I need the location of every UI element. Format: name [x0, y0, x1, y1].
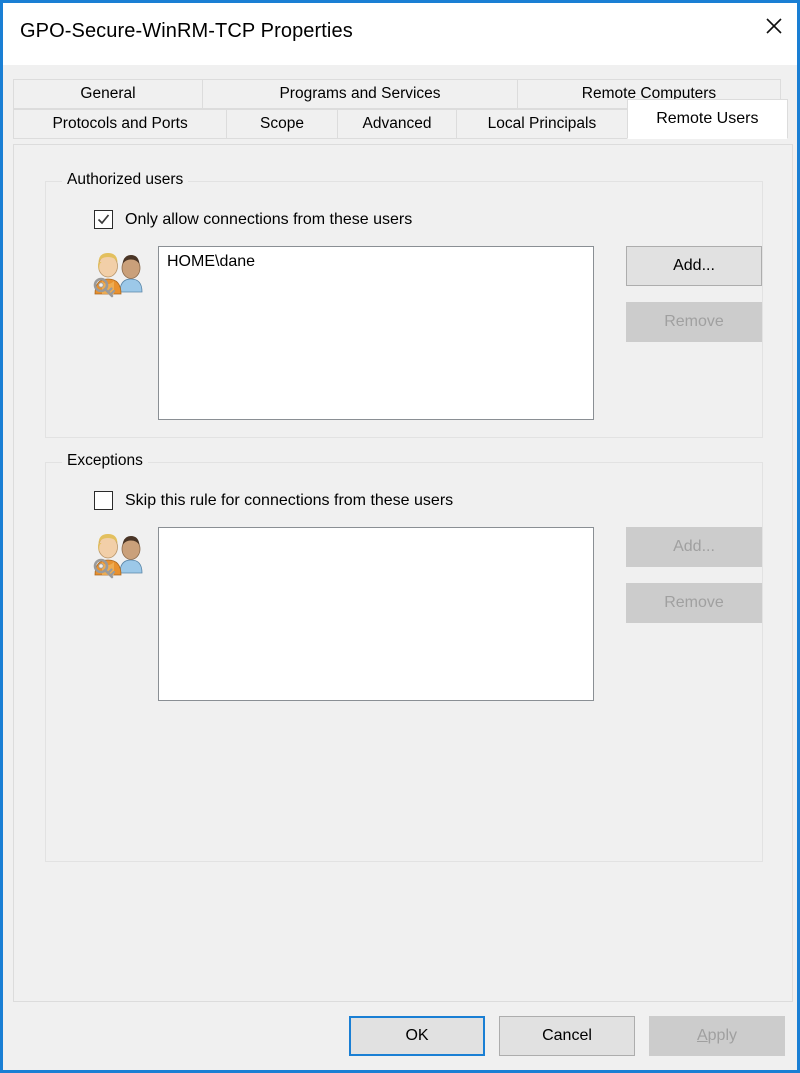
tab-local-principals[interactable]: Local Principals: [456, 109, 628, 139]
cancel-button-label: Cancel: [542, 1027, 592, 1044]
only-allow-connections-label: Only allow connections from these users: [125, 210, 413, 228]
tab-advanced[interactable]: Advanced: [336, 109, 458, 139]
tab-strip: General Programs and Services Remote Com…: [13, 65, 788, 144]
cancel-button[interactable]: Cancel: [499, 1016, 635, 1056]
exceptions-listbox[interactable]: [158, 527, 594, 701]
tab-programs-and-services[interactable]: Programs and Services: [202, 79, 518, 109]
tab-programs-and-services-label: Programs and Services: [279, 85, 441, 102]
exceptions-group-title: Exceptions: [62, 452, 148, 470]
exceptions-remove-label: Remove: [664, 594, 724, 611]
tab-protocols-and-ports-label: Protocols and Ports: [52, 115, 188, 132]
authorized-users-group: Authorized users Only allow connections …: [45, 171, 763, 438]
skip-rule-checkbox-row[interactable]: Skip this rule for connections from thes…: [94, 491, 453, 510]
authorized-users-add-button[interactable]: Add...: [626, 246, 762, 286]
apply-button-label: pply: [707, 1027, 738, 1044]
only-allow-connections-checkbox[interactable]: [94, 210, 113, 229]
only-allow-connections-checkbox-row[interactable]: Only allow connections from these users: [94, 210, 412, 229]
users-with-key-icon: [89, 246, 147, 298]
list-item[interactable]: HOME\dane: [159, 247, 593, 271]
apply-button-accelerator: A: [696, 1027, 708, 1044]
authorized-users-remove-label: Remove: [664, 313, 724, 330]
tab-scope[interactable]: Scope: [226, 109, 338, 139]
tab-scope-label: Scope: [259, 115, 304, 132]
tab-local-principals-label: Local Principals: [487, 115, 597, 132]
window-title: GPO-Secure-WinRM-TCP Properties: [20, 20, 353, 42]
exceptions-add-button[interactable]: Add...: [626, 527, 762, 567]
authorized-users-group-title: Authorized users: [62, 171, 189, 189]
users-with-key-icon: [89, 527, 147, 579]
tab-general[interactable]: General: [13, 79, 203, 109]
authorized-users-remove-button[interactable]: Remove: [626, 302, 762, 342]
ok-button-label: OK: [405, 1027, 429, 1044]
skip-rule-label: Skip this rule for connections from thes…: [125, 491, 454, 509]
tab-row-2: Protocols and Ports Scope Advanced Local…: [13, 99, 788, 139]
properties-dialog-window: GPO-Secure-WinRM-TCP Properties General …: [0, 0, 800, 1073]
authorized-users-add-label: Add...: [673, 257, 715, 274]
tab-remote-users-label: Remote Users: [656, 110, 759, 127]
ok-button[interactable]: OK: [349, 1016, 485, 1056]
exceptions-remove-button[interactable]: Remove: [626, 583, 762, 623]
close-icon[interactable]: [751, 3, 797, 49]
skip-rule-checkbox[interactable]: [94, 491, 113, 510]
tab-advanced-label: Advanced: [362, 115, 432, 132]
exceptions-group: Exceptions Skip this rule for connection…: [45, 452, 763, 862]
apply-button[interactable]: Apply: [649, 1016, 785, 1056]
tab-page-remote-users: Authorized users Only allow connections …: [13, 144, 793, 1002]
tab-protocols-and-ports[interactable]: Protocols and Ports: [13, 109, 228, 139]
authorized-users-listbox[interactable]: HOME\dane: [158, 246, 594, 420]
title-bar: GPO-Secure-WinRM-TCP Properties: [3, 3, 797, 65]
exceptions-add-label: Add...: [673, 538, 715, 555]
tab-general-label: General: [80, 85, 136, 102]
dialog-button-bar: OK Cancel Apply: [3, 1002, 797, 1070]
tab-remote-users[interactable]: Remote Users: [626, 99, 788, 139]
